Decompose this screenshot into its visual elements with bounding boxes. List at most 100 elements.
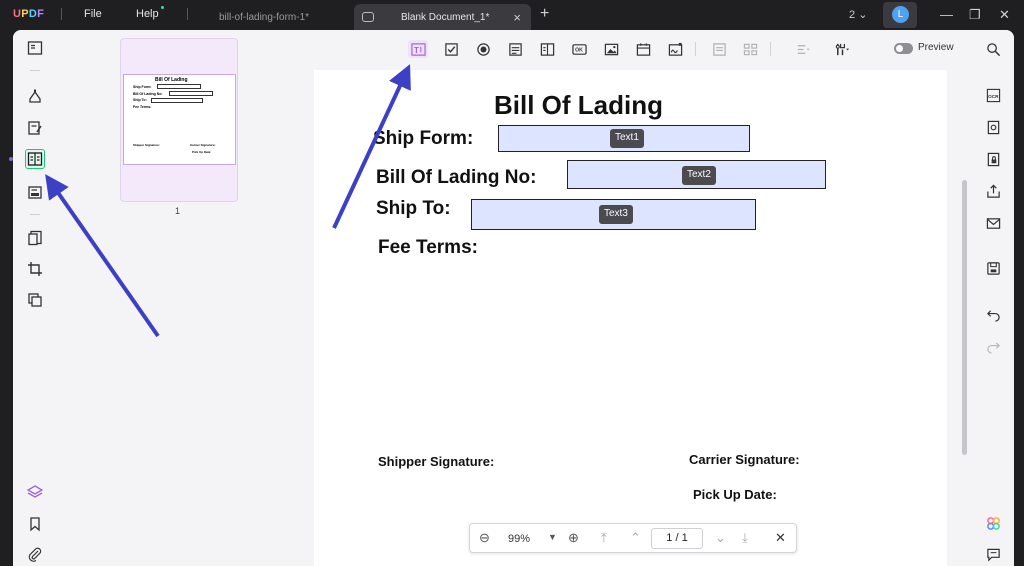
- email-icon[interactable]: [984, 214, 1002, 232]
- zoom-bar: ⊖ 99% ▼ ⊕ ⤒ ⌃ 1 / 1 ⌄ ⤓ ✕: [469, 523, 797, 553]
- preview-toggle[interactable]: [894, 43, 913, 54]
- share-icon[interactable]: [984, 182, 1002, 200]
- ship-form-label: Ship Form:: [373, 128, 474, 149]
- radio-button-tool-icon[interactable]: [473, 40, 493, 58]
- undo-icon[interactable]: [984, 305, 1002, 323]
- dropdown-tool-icon[interactable]: [505, 40, 525, 58]
- tab-blank-document[interactable]: Blank Document_1* ×: [354, 4, 531, 30]
- save-icon[interactable]: [984, 259, 1002, 277]
- field-tools-dropdown-icon[interactable]: [829, 40, 855, 58]
- page-indicator[interactable]: 1 / 1: [651, 528, 703, 549]
- active-indicator-dot: [9, 157, 13, 161]
- protect-icon[interactable]: [984, 150, 1002, 168]
- thumbnail-line: Shipper Signature:: [133, 143, 160, 147]
- thumbnail-field: [169, 91, 213, 96]
- minimize-icon[interactable]: —: [940, 7, 953, 22]
- edit-pdf-icon[interactable]: [25, 118, 45, 138]
- prepare-form-icon[interactable]: [25, 149, 45, 169]
- vertical-scrollbar[interactable]: [962, 180, 967, 455]
- document-title: Bill Of Lading: [494, 90, 663, 120]
- first-page-icon[interactable]: ⤒: [601, 530, 607, 546]
- menu-help[interactable]: Help: [136, 8, 159, 20]
- help-notification-dot: [161, 6, 164, 9]
- form-recognition-icon[interactable]: [709, 40, 729, 58]
- title-divider: [61, 8, 62, 20]
- fill-sign-icon[interactable]: [25, 182, 45, 202]
- last-page-icon[interactable]: ⤓: [742, 530, 748, 546]
- thumbnail-title: Bill Of Lading: [155, 77, 188, 83]
- list-box-tool-icon[interactable]: [537, 40, 557, 58]
- thumbnail-panel: Bill Of Lading Ship Form: Bill Of Lading…: [57, 30, 297, 566]
- toolbar-divider: [770, 42, 771, 56]
- app-frame: Bill Of Lading Ship Form: Bill Of Lading…: [13, 30, 1014, 566]
- comment-icon[interactable]: [25, 86, 45, 106]
- text2-field[interactable]: Text2: [567, 160, 826, 189]
- open-documents-count[interactable]: 2 ⌄: [849, 8, 867, 21]
- cloud-off-icon: [362, 12, 374, 22]
- right-tool-rail: OCR: [972, 30, 1014, 566]
- text3-field[interactable]: Text3: [471, 199, 756, 230]
- restore-icon[interactable]: ❐: [969, 7, 981, 23]
- ocr-icon[interactable]: OCR: [984, 86, 1002, 104]
- zoom-dropdown-icon[interactable]: ▼: [548, 532, 557, 542]
- align-dropdown-icon[interactable]: [789, 40, 815, 58]
- close-window-icon[interactable]: ✕: [999, 7, 1010, 23]
- updf-logo[interactable]: UPDF: [13, 8, 44, 20]
- zoom-level[interactable]: 99%: [508, 533, 530, 545]
- checkbox-tool-icon[interactable]: [441, 40, 461, 58]
- bookmark-icon[interactable]: [25, 514, 45, 534]
- new-tab-button[interactable]: +: [540, 5, 549, 23]
- title-divider: [187, 8, 188, 20]
- thumbnail-line: Ship Form:: [133, 85, 152, 89]
- fee-terms-label: Fee Terms:: [378, 237, 478, 258]
- menu-file[interactable]: File: [84, 8, 102, 20]
- convert-icon[interactable]: [984, 118, 1002, 136]
- attachment-icon[interactable]: [25, 544, 45, 564]
- organize-pages-icon[interactable]: [25, 228, 45, 248]
- image-tool-icon[interactable]: [601, 40, 621, 58]
- close-zoom-bar-icon[interactable]: ✕: [775, 530, 786, 546]
- toolbar-divider: [695, 42, 696, 56]
- multiple-fields-icon[interactable]: [740, 40, 760, 58]
- thumbnail-line: Bill Of Lading No:: [133, 92, 163, 96]
- avatar: L: [892, 6, 909, 23]
- chevron-down-icon: ⌄: [858, 9, 868, 21]
- text-field-tool-icon[interactable]: T: [408, 40, 428, 58]
- tab-bill-of-lading-form[interactable]: bill-of-lading-form-1*: [207, 4, 352, 30]
- tab-label: bill-of-lading-form-1*: [219, 12, 310, 23]
- layers-icon[interactable]: [25, 482, 45, 502]
- thumbnail-page-preview: Bill Of Lading Ship Form: Bill Of Lading…: [123, 74, 236, 165]
- svg-text:OCR: OCR: [988, 93, 999, 98]
- document-area: T OK Preview Bill Of Lading Ship Form: T…: [297, 30, 972, 566]
- svg-text:T: T: [414, 45, 419, 54]
- thumbnail-page-number: 1: [175, 206, 181, 216]
- reader-icon[interactable]: [25, 38, 45, 58]
- ai-assistant-icon[interactable]: [984, 514, 1002, 532]
- previous-page-icon[interactable]: ⌃: [630, 530, 641, 546]
- signature-tool-icon[interactable]: [665, 40, 685, 58]
- preview-label: Preview: [918, 42, 954, 53]
- next-page-icon[interactable]: ⌄: [715, 530, 726, 546]
- thumbnail-field: [151, 98, 203, 103]
- crop-icon[interactable]: [25, 259, 45, 279]
- tab-label: Blank Document_1*: [401, 12, 490, 23]
- zoom-in-icon[interactable]: ⊕: [568, 530, 579, 546]
- field-name-tag: Text1: [610, 129, 644, 148]
- title-bar: UPDF File Help bill-of-lading-form-1* Bl…: [0, 0, 1024, 30]
- rail-divider: [30, 214, 40, 215]
- date-tool-icon[interactable]: [633, 40, 653, 58]
- field-name-tag: Text3: [599, 205, 633, 224]
- close-tab-icon[interactable]: ×: [513, 10, 521, 25]
- ship-to-label: Ship To:: [376, 198, 451, 219]
- thumbnail-field: [157, 84, 201, 89]
- feedback-icon[interactable]: [984, 545, 1002, 563]
- tools-icon[interactable]: [25, 290, 45, 310]
- text1-field[interactable]: Text1: [498, 125, 750, 152]
- page-thumbnail[interactable]: Bill Of Lading Ship Form: Bill Of Lading…: [120, 38, 238, 202]
- account-button[interactable]: L: [883, 2, 917, 28]
- zoom-out-icon[interactable]: ⊖: [479, 530, 490, 546]
- search-icon[interactable]: [984, 40, 1002, 58]
- button-tool-icon[interactable]: OK: [569, 40, 589, 58]
- left-tool-rail: [13, 30, 57, 566]
- redo-icon[interactable]: [984, 337, 1002, 355]
